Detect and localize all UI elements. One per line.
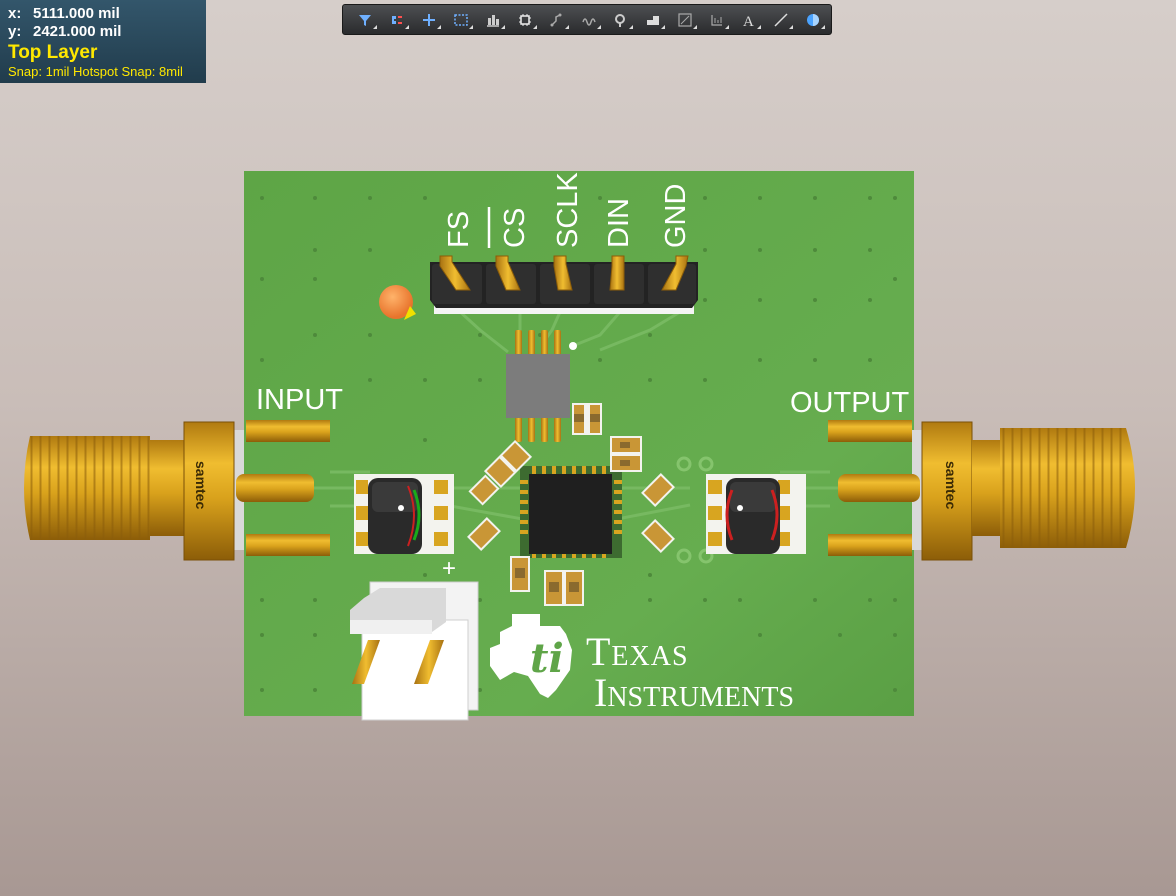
y-coordinate: y: 2421.000 mil [8, 24, 121, 40]
snap-info: Snap: 1mil Hotspot Snap: 8mil [8, 64, 183, 79]
label-sclk: SCLK [552, 172, 584, 248]
measure-icon[interactable] [703, 8, 731, 32]
plus-label: + [442, 555, 456, 582]
pcb-board[interactable] [244, 171, 914, 716]
label-cs: CS [499, 208, 531, 248]
interactive-routing-icon[interactable] [383, 8, 411, 32]
component-icon[interactable] [511, 8, 539, 32]
samtec-logo-right: samtec [943, 461, 959, 509]
x-label: x: [8, 5, 22, 22]
output-label: OUTPUT [790, 387, 910, 419]
x-coordinate: x: 5111.000 mil [8, 6, 120, 22]
samtec-logo-left: samtec [193, 461, 209, 509]
place-via-icon[interactable] [639, 8, 667, 32]
align-icon[interactable] [479, 8, 507, 32]
label-din: DIN [603, 198, 635, 248]
pcb-3d-view[interactable]: FS CS SCLK DIN GND INPUT OUTPUT samtec s… [0, 0, 1176, 896]
logo-texas: Texas [586, 629, 689, 674]
sma-connector-output[interactable]: samtec [828, 420, 1135, 561]
coordinate-hud: x: 5111.000 mil y: 2421.000 mil Top Layer … [0, 0, 206, 83]
balun-right[interactable] [706, 474, 806, 554]
cross-select-icon[interactable] [415, 8, 443, 32]
logo-instruments: Instruments [594, 670, 794, 715]
sma-connector-input[interactable]: samtec [24, 420, 330, 561]
balun-left[interactable] [354, 474, 454, 554]
y-value: 2421.000 mil [33, 23, 122, 40]
line-icon[interactable] [767, 8, 795, 32]
label-fs: FS [443, 211, 475, 248]
route-icon[interactable] [543, 8, 571, 32]
svg-text:A: A [743, 14, 754, 28]
pin-header[interactable] [430, 255, 698, 314]
x-value: 5111.000 mil [33, 5, 120, 22]
text-icon[interactable]: A [735, 8, 763, 32]
filter-icon[interactable] [351, 8, 379, 32]
y-label: y: [8, 23, 22, 40]
active-bar-toolbar: A [342, 4, 832, 35]
dimension-icon[interactable] [799, 8, 827, 32]
differential-pair-icon[interactable] [575, 8, 603, 32]
label-gnd: GND [660, 184, 692, 248]
place-polygon-icon[interactable] [671, 8, 699, 32]
input-label: INPUT [256, 384, 343, 416]
current-layer: Top Layer [8, 42, 98, 63]
svg-text:ti: ti [530, 635, 564, 682]
place-pad-icon[interactable] [607, 8, 635, 32]
qfn-ic[interactable] [520, 466, 622, 558]
select-area-icon[interactable] [447, 8, 475, 32]
